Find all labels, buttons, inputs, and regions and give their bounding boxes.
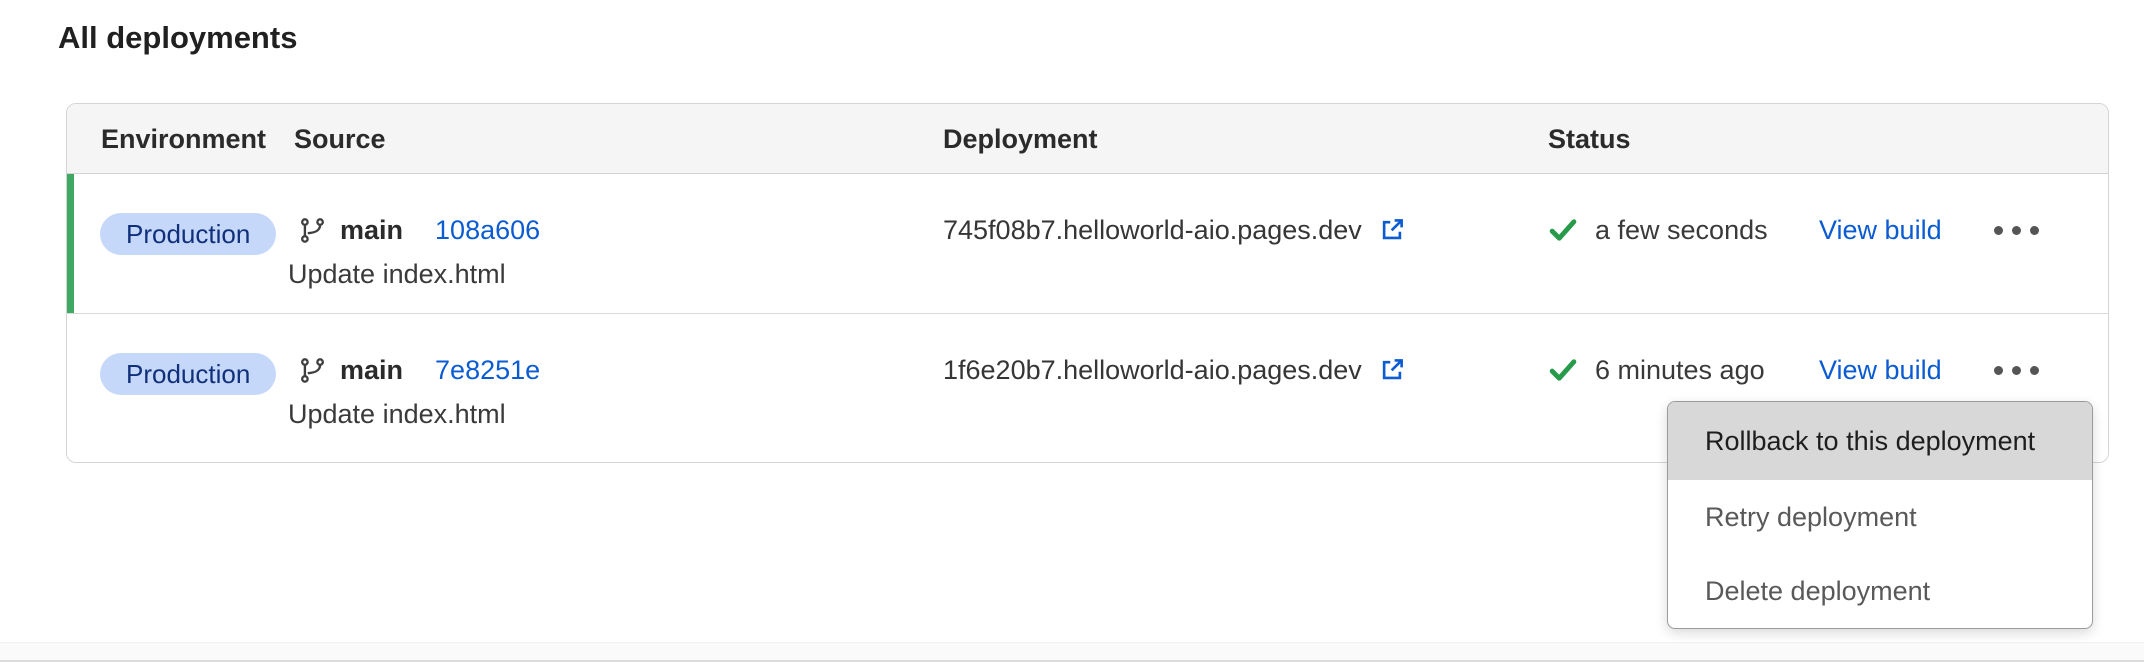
column-header-source: Source [294,104,386,174]
environment-badge: Production [100,353,276,395]
commit-message: Update index.html [288,397,540,431]
kebab-menu-icon [1994,366,2003,375]
git-branch-icon [299,357,326,384]
page-bottom-divider [0,642,2144,662]
commit-message: Update index.html [288,257,540,291]
external-link-icon[interactable] [1378,356,1406,384]
page-title: All deployments [58,20,297,56]
deployment-cell: 1f6e20b7.helloworld-aio.pages.dev [943,352,1406,388]
deployments-page: All deployments Environment Source Deplo… [0,0,2144,662]
column-header-status: Status [1548,104,1631,174]
check-icon [1548,215,1578,245]
source-cell: main 7e8251e Update index.html [288,352,540,431]
commit-link[interactable]: 108a606 [435,215,540,246]
row-actions-button[interactable] [1983,350,2049,390]
current-deployment-indicator [67,174,74,313]
deployment-url: 1f6e20b7.helloworld-aio.pages.dev [943,355,1362,386]
external-link-icon[interactable] [1378,216,1406,244]
status-cell: a few seconds [1548,212,1768,248]
menu-item-retry[interactable]: Retry deployment [1668,480,2092,554]
table-header-row: Environment Source Deployment Status [67,104,2108,174]
column-header-environment: Environment [101,104,266,174]
status-time: 6 minutes ago [1595,355,1765,386]
deployment-actions-menu: Rollback to this deployment Retry deploy… [1667,401,2093,629]
check-icon [1548,355,1578,385]
branch-name: main [340,215,403,246]
row-actions-button[interactable] [1983,210,2049,250]
table-row: Production main 108a606 [67,174,2108,314]
view-build-link[interactable]: View build [1819,212,1942,248]
deployment-url: 745f08b7.helloworld-aio.pages.dev [943,215,1362,246]
menu-item-delete[interactable]: Delete deployment [1668,554,2092,628]
commit-link[interactable]: 7e8251e [435,355,540,386]
environment-badge: Production [100,213,276,255]
menu-item-rollback[interactable]: Rollback to this deployment [1668,402,2092,480]
branch-name: main [340,355,403,386]
git-branch-icon [299,217,326,244]
column-header-deployment: Deployment [943,104,1098,174]
kebab-menu-icon [1994,226,2003,235]
status-cell: 6 minutes ago [1548,352,1765,388]
source-cell: main 108a606 Update index.html [288,212,540,291]
view-build-link[interactable]: View build [1819,352,1942,388]
status-time: a few seconds [1595,215,1768,246]
deployment-cell: 745f08b7.helloworld-aio.pages.dev [943,212,1406,248]
